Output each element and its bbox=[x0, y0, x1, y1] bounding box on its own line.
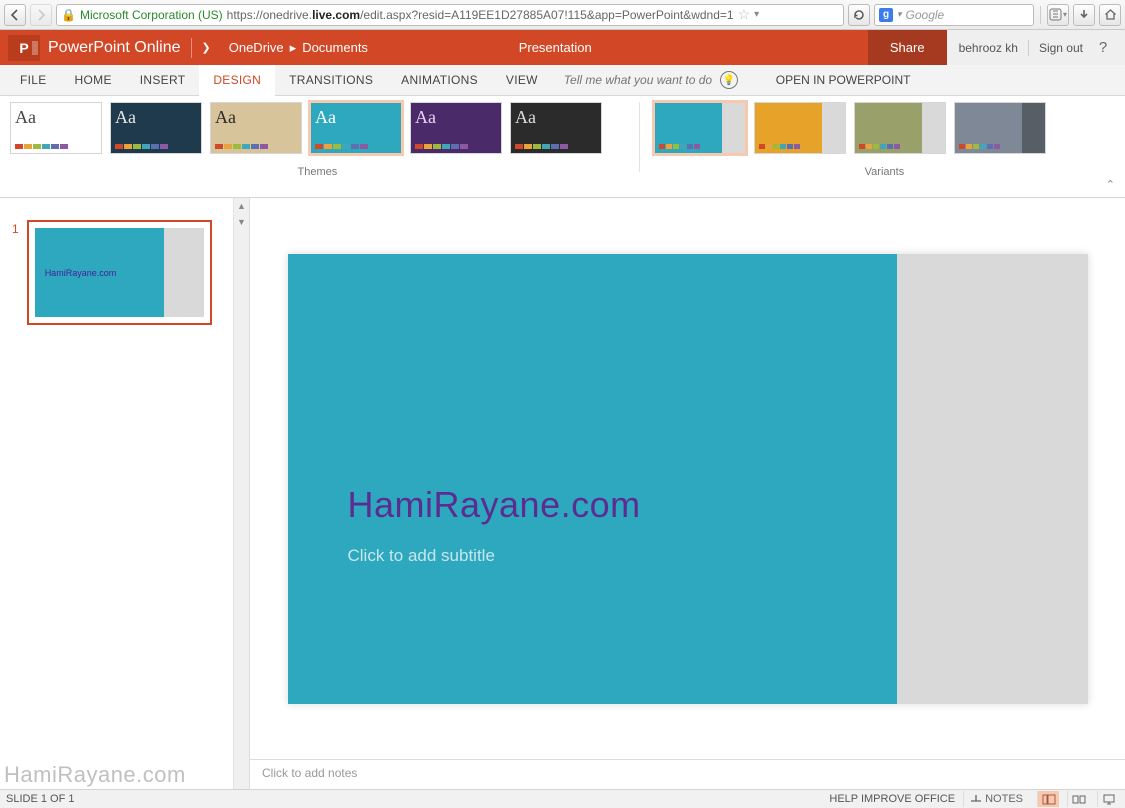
tell-me-bulb-icon: 💡 bbox=[720, 71, 738, 89]
dropdown-caret-icon[interactable]: ▾ bbox=[754, 9, 759, 20]
tab-animations[interactable]: ANIMATIONS bbox=[387, 65, 492, 95]
ribbon-tabs: FILE HOME INSERT DESIGN TRANSITIONS ANIM… bbox=[0, 65, 1125, 96]
forward-button[interactable] bbox=[30, 4, 52, 26]
breadcrumb-folder-link[interactable]: Documents bbox=[302, 40, 368, 55]
tab-design[interactable]: DESIGN bbox=[199, 65, 275, 96]
app-name: PowerPoint Online bbox=[48, 39, 181, 57]
slide-number: 1 bbox=[12, 220, 19, 325]
variants-gallery bbox=[654, 102, 1115, 154]
workspace: 1 HamiRayane.com ▲ ▼ HamiRayane.com Clic… bbox=[0, 198, 1125, 789]
tab-view[interactable]: VIEW bbox=[492, 65, 552, 95]
tab-home[interactable]: HOME bbox=[61, 65, 126, 95]
slide-thumbnail-item[interactable]: 1 HamiRayane.com bbox=[12, 220, 237, 325]
slideshow-view-button[interactable] bbox=[1097, 791, 1119, 807]
theme-preview-text: Aa bbox=[315, 107, 397, 128]
ribbon-body: Aa Aa Aa Aa Aa Aa Themes Variants ⌃ bbox=[0, 96, 1125, 198]
search-placeholder: Google bbox=[906, 8, 945, 22]
user-area: behrooz kh Sign out ? bbox=[947, 30, 1125, 65]
tab-insert[interactable]: INSERT bbox=[126, 65, 200, 95]
normal-view-button[interactable] bbox=[1037, 791, 1059, 807]
theme-swatch-row bbox=[415, 144, 497, 149]
notes-icon bbox=[970, 794, 982, 804]
slide-title-text[interactable]: HamiRayane.com bbox=[348, 484, 641, 526]
sign-out-link[interactable]: Sign out bbox=[1039, 41, 1083, 55]
theme-swatch-row bbox=[115, 144, 197, 149]
theme-option-1[interactable]: Aa bbox=[110, 102, 202, 154]
theme-swatch-row bbox=[15, 144, 97, 149]
slide-counter: SLIDE 1 OF 1 bbox=[6, 793, 74, 805]
tab-transitions[interactable]: TRANSITIONS bbox=[275, 65, 387, 95]
canvas-area[interactable]: HamiRayane.com Click to add subtitle bbox=[250, 198, 1125, 759]
variant-option-2[interactable] bbox=[854, 102, 946, 154]
slide-thumbnail-panel: 1 HamiRayane.com ▲ ▼ bbox=[0, 198, 250, 789]
tab-file[interactable]: FILE bbox=[6, 65, 61, 95]
slide-canvas[interactable]: HamiRayane.com Click to add subtitle bbox=[288, 254, 1088, 704]
tell-me-input[interactable] bbox=[564, 73, 714, 87]
theme-swatch-row bbox=[515, 144, 597, 149]
lock-icon: 🔒 bbox=[61, 8, 76, 22]
document-title[interactable]: Presentation bbox=[519, 40, 592, 55]
slide-editor: HamiRayane.com Click to add subtitle Cli… bbox=[250, 198, 1125, 789]
theme-option-0[interactable]: Aa bbox=[10, 102, 102, 154]
theme-option-4[interactable]: Aa bbox=[410, 102, 502, 154]
address-bar[interactable]: 🔒 Microsoft Corporation (US) https://one… bbox=[56, 4, 844, 26]
reading-view-button[interactable] bbox=[1067, 791, 1089, 807]
home-button[interactable] bbox=[1099, 4, 1121, 26]
collapse-ribbon-button[interactable]: ⌃ bbox=[1106, 178, 1115, 191]
variants-group-label: Variants bbox=[654, 166, 1115, 178]
open-in-powerpoint-button[interactable]: OPEN IN POWERPOINT bbox=[776, 65, 911, 95]
variant-option-3[interactable] bbox=[954, 102, 1046, 154]
theme-option-2[interactable]: Aa bbox=[210, 102, 302, 154]
theme-preview-text: Aa bbox=[515, 107, 597, 128]
help-button[interactable]: ? bbox=[1093, 39, 1113, 56]
breadcrumb: OneDrive ▸ Documents bbox=[229, 40, 368, 56]
google-badge-icon: g bbox=[879, 8, 893, 22]
theme-preview-text: Aa bbox=[415, 107, 497, 128]
bookmark-star-icon[interactable]: ☆ bbox=[738, 6, 751, 23]
share-button[interactable]: Share bbox=[868, 30, 947, 65]
theme-option-3[interactable]: Aa bbox=[310, 102, 402, 154]
tell-me-search[interactable]: 💡 bbox=[564, 65, 754, 95]
variant-option-1[interactable] bbox=[754, 102, 846, 154]
app-titlebar: P PowerPoint Online ❯ OneDrive ▸ Documen… bbox=[0, 30, 1125, 65]
back-button[interactable] bbox=[4, 4, 26, 26]
scroll-down-icon[interactable]: ▼ bbox=[234, 214, 249, 230]
notes-toggle-button[interactable]: NOTES bbox=[963, 791, 1029, 807]
panel-scrollbar[interactable]: ▲ ▼ bbox=[233, 198, 249, 789]
downloads-button[interactable] bbox=[1073, 4, 1095, 26]
powerpoint-logo-icon: P bbox=[8, 35, 40, 61]
theme-preview-text: Aa bbox=[15, 107, 97, 128]
search-engine-caret-icon[interactable]: ▾ bbox=[897, 9, 902, 20]
themes-group-label: Themes bbox=[10, 166, 625, 178]
themes-gallery: Aa Aa Aa Aa Aa Aa bbox=[10, 102, 625, 154]
slide-subtitle-placeholder[interactable]: Click to add subtitle bbox=[348, 546, 495, 566]
theme-swatch-row bbox=[315, 144, 397, 149]
status-bar: SLIDE 1 OF 1 HELP IMPROVE OFFICE NOTES bbox=[0, 789, 1125, 808]
theme-preview-text: Aa bbox=[215, 107, 297, 128]
slide-thumbnail-title: HamiRayane.com bbox=[45, 268, 117, 278]
reload-button[interactable] bbox=[848, 4, 870, 26]
theme-preview-text: Aa bbox=[115, 107, 197, 128]
site-identity: Microsoft Corporation (US) bbox=[80, 8, 223, 22]
theme-swatch-row bbox=[215, 144, 297, 149]
help-improve-link[interactable]: HELP IMPROVE OFFICE bbox=[829, 793, 955, 805]
url-text: https://onedrive.live.com/edit.aspx?resi… bbox=[227, 8, 734, 22]
variant-option-0[interactable] bbox=[654, 102, 746, 154]
scroll-up-icon[interactable]: ▲ bbox=[234, 198, 249, 214]
notes-area[interactable]: Click to add notes bbox=[250, 759, 1125, 789]
browser-toolbar: 🔒 Microsoft Corporation (US) https://one… bbox=[0, 0, 1125, 30]
account-switcher-button[interactable]: ❯ bbox=[202, 41, 211, 54]
bookmark-menu-button[interactable]: ▾ bbox=[1047, 4, 1069, 26]
user-name[interactable]: behrooz kh bbox=[959, 41, 1018, 55]
slide-thumbnail[interactable]: HamiRayane.com bbox=[27, 220, 212, 325]
search-box[interactable]: g ▾ Google bbox=[874, 4, 1034, 26]
breadcrumb-root-link[interactable]: OneDrive bbox=[229, 40, 284, 55]
breadcrumb-separator-icon: ▸ bbox=[290, 40, 297, 56]
theme-option-5[interactable]: Aa bbox=[510, 102, 602, 154]
